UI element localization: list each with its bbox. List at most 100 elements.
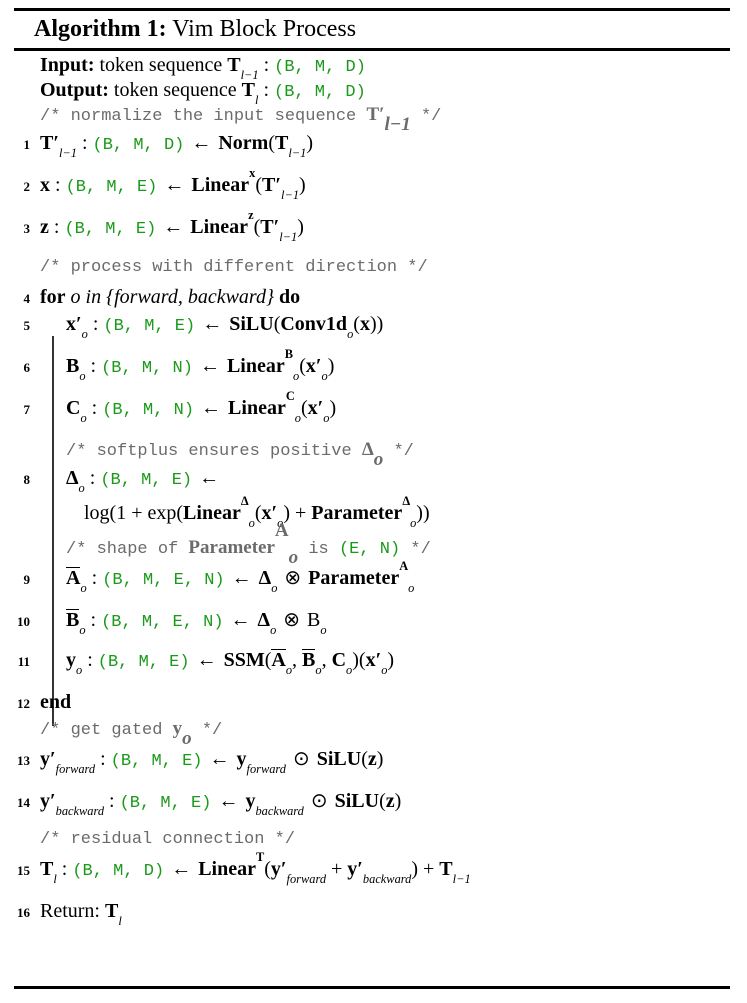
paren-close: ))	[369, 313, 384, 335]
comment-normalize-post: */	[410, 107, 442, 126]
s15-plus: +	[326, 858, 348, 880]
statement-14-content: y′backward : (B, M, E) ← ybackward ⊙ SiL…	[34, 788, 747, 818]
comment-shape-post: */	[400, 540, 431, 559]
s8-linear-sup: Δ	[240, 493, 249, 508]
statement-12-content: end	[34, 691, 747, 714]
s5-inner-function-sub: o	[347, 327, 354, 342]
s1-argument: T	[275, 132, 289, 154]
s10-rhs-b-sub: o	[320, 623, 327, 638]
paren-close: )	[327, 355, 335, 377]
s6-arrow: ←	[199, 355, 220, 377]
input-label: Input:	[40, 54, 95, 76]
comment-direction-content: /* process with different direction */	[40, 258, 428, 277]
paren-close: )	[411, 858, 419, 880]
line-number-14: 14	[17, 795, 30, 810]
comment-parameter-shape: /* shape of ParameterAo is (E, N) */	[0, 521, 747, 566]
top-rule	[14, 8, 730, 11]
paren-close: )	[387, 649, 395, 671]
s9-parameter: Parameter	[308, 567, 400, 589]
s14-argument: z	[385, 790, 395, 812]
statement-line-2: 2 x : (B, M, E) ← Linearx(T′l−1)	[0, 167, 747, 216]
output-text: token sequence	[113, 79, 237, 101]
s11-arg-c-sub: o	[346, 663, 353, 678]
s9-lhs: A	[66, 567, 81, 589]
statement-3-content: z : (B, M, E) ← Linearz(T′l−1)	[34, 209, 747, 244]
s11-apply-arg: x′	[365, 649, 382, 671]
statement-line-8-continuation: log(1 + exp(LinearΔo(x′o) + ParameterΔo)…	[0, 495, 747, 537]
input-variable: T	[227, 54, 241, 76]
s3-lhs: z	[40, 216, 49, 238]
statement-8-continuation-content: log(1 + exp(LinearΔo(x′o) + ParameterΔo)…	[34, 495, 747, 530]
s11-arg-a: A	[271, 649, 286, 671]
s11-function: SSM	[223, 649, 265, 671]
s3-shape: (B, M, E)	[64, 220, 157, 239]
s5-arrow: ←	[202, 313, 223, 335]
comment-softplus: /* softplus ensures positive Δo */	[0, 439, 747, 469]
paren-open: (	[264, 649, 272, 671]
s9-shape: (B, M, E, N)	[102, 571, 225, 590]
output-line: Output: token sequence Tl : (B, M, D)	[0, 79, 747, 107]
s15-lhs-sub: l	[53, 872, 57, 887]
comma: ,	[292, 649, 303, 671]
s6-argument-sub: o	[321, 369, 328, 384]
line-number-1: 1	[23, 137, 31, 152]
comment-parameter-shape-content: /* shape of ParameterAo is (E, N) */	[34, 521, 747, 566]
statement-line-12: 12 end	[0, 691, 747, 718]
algorithm-title-name: Vim Block Process	[172, 16, 357, 42]
statement-line-1: 1 T′l−1 : (B, M, D) ← Norm(Tl−1)	[0, 132, 747, 174]
s8-lhs-sub: o	[78, 481, 85, 496]
statement-line-11: 11 yo : (B, M, E) ← SSM(Ao, Bo, Co)(x′o)	[0, 649, 747, 691]
s13-lhs-sub: forward	[55, 762, 96, 777]
paren-close: )	[299, 174, 306, 196]
s11-arrow: ←	[196, 649, 217, 671]
s10-lhs: B	[66, 609, 80, 631]
s6-lhs: B	[66, 355, 80, 377]
comment-softplus-post: */	[383, 442, 414, 461]
s8-linear-sub: o	[248, 516, 255, 531]
s3-argument: T′	[260, 216, 280, 238]
colon-separator: :	[89, 467, 101, 489]
s8-lhs: Δ	[66, 467, 79, 489]
s7-shape: (B, M, N)	[102, 401, 195, 420]
s5-outer-function: SiLU	[229, 313, 274, 335]
comment-residual-content: /* residual connection */	[40, 830, 296, 849]
s8-arrow: ←	[199, 467, 220, 489]
comment-softplus-pre: /* softplus ensures positive	[66, 442, 362, 461]
input-shape: (B, M, D)	[274, 58, 366, 77]
s11-arg-b-sub: o	[315, 663, 322, 678]
s2-shape: (B, M, E)	[65, 178, 158, 197]
line-number-5: 5	[23, 318, 31, 333]
algorithm-block: Algorithm 1: Vim Block Process Input: to…	[0, 0, 747, 1003]
statement-8-content: Δo : (B, M, E) ←	[34, 467, 747, 495]
colon-separator: :	[263, 79, 274, 101]
tensor-product-icon: ⊗	[283, 609, 301, 631]
s5-inner-argument: x	[359, 313, 370, 335]
s15-arg1: y′	[270, 858, 287, 880]
s10-delta-sub: o	[270, 623, 277, 638]
s3-arrow: ←	[163, 216, 184, 238]
s8-log-open: log(1 + exp(	[84, 502, 184, 524]
line-number-16: 16	[17, 905, 30, 920]
keyword-end: end	[40, 691, 72, 713]
comment-softplus-content: /* softplus ensures positive Δo */	[34, 439, 747, 469]
s15-tail-variable: T	[439, 858, 453, 880]
s15-function: Linear	[198, 858, 256, 880]
colon-separator: :	[263, 54, 275, 76]
colon-separator: :	[90, 609, 102, 631]
s14-lhs-sub: backward	[55, 804, 105, 819]
statement-11-content: yo : (B, M, E) ← SSM(Ao, Bo, Co)(x′o)	[34, 649, 747, 677]
s1-shape: (B, M, D)	[92, 136, 185, 155]
s15-arg2-sub: backward	[362, 872, 412, 887]
line-number-11: 11	[17, 654, 30, 669]
colon-separator: :	[55, 174, 66, 196]
paren-open: (	[264, 858, 271, 880]
s8-close-parens: ))	[416, 502, 430, 524]
comment-direction: /* process with different direction */	[0, 258, 747, 286]
bottom-rule	[14, 986, 730, 989]
s15-shape: (B, M, D)	[72, 862, 165, 881]
s7-function-sub: o	[294, 411, 301, 426]
comment-softplus-math: Δ	[361, 439, 374, 460]
s10-shape: (B, M, E, N)	[101, 613, 224, 632]
s7-arrow: ←	[201, 397, 222, 419]
s1-arrow: ←	[191, 132, 212, 154]
